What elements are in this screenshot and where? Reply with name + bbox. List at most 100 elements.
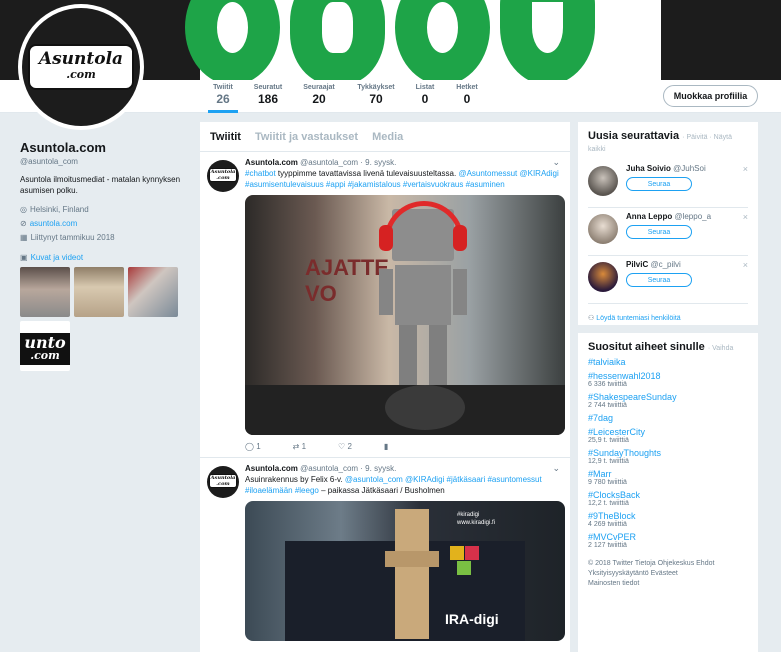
media-thumbnail[interactable] xyxy=(128,267,178,317)
suggested-user[interactable]: Juha Soivio @JuhSoi Seuraa × xyxy=(588,160,748,208)
tweet-place[interactable]: – paikassa Jätkäsaari / Busholmen xyxy=(319,486,445,495)
tab-tweets-replies[interactable]: Twiitit ja vastaukset xyxy=(255,131,358,143)
user-avatar[interactable] xyxy=(588,262,618,292)
stat-likes[interactable]: Tykkäykset 70 xyxy=(354,84,398,106)
retweet-button[interactable]: ⇄ 1 xyxy=(293,442,306,451)
footer-line[interactable]: © 2018 Twitter Tietoja Ohjekeskus Ehdot xyxy=(588,559,748,569)
lego-leg xyxy=(399,325,417,385)
stat-label: Tykkäykset xyxy=(357,84,395,91)
dismiss-icon[interactable]: × xyxy=(743,260,748,270)
like-count: 2 xyxy=(347,441,352,451)
hashtag-link[interactable]: #chatbot xyxy=(245,169,276,178)
who-to-follow: Uusia seurattavia · Päivitä · Näytä kaik… xyxy=(578,122,758,325)
photo-sign-text: AJATTE VO xyxy=(305,255,389,306)
stat-followers[interactable]: Seuraajat 20 xyxy=(300,84,338,106)
edit-profile-button[interactable]: Muokkaa profiilia xyxy=(663,85,758,107)
trend-item[interactable]: #SundayThoughts 12,9 t. twiittiä xyxy=(588,448,748,465)
profile-website[interactable]: ⊘ asuntola.com xyxy=(20,219,190,228)
trend-item[interactable]: #9TheBlock 4 269 twiittiä xyxy=(588,511,748,528)
suggested-user[interactable]: Anna Leppo @leppo_a Seuraa × xyxy=(588,208,748,256)
user-avatar[interactable] xyxy=(588,166,618,196)
footer-line[interactable]: Mainosten tiedot xyxy=(588,579,748,589)
user-avatar[interactable] xyxy=(588,214,618,244)
trend-name[interactable]: #7dag xyxy=(588,413,748,423)
find-people-link[interactable]: ⚇ Löydä tuntemiasi henkilöitä xyxy=(588,314,748,322)
user-name[interactable]: Juha Soivio xyxy=(626,164,671,173)
tweet-photo[interactable]: #kiradigi www.kiradigi.fi IRA-digi xyxy=(245,501,565,641)
trend-name[interactable]: #hessenwahl2018 xyxy=(588,371,748,381)
media-thumbnail[interactable] xyxy=(20,267,70,317)
tweet-avatar[interactable]: Asuntola .com xyxy=(207,160,239,192)
follow-button[interactable]: Seuraa xyxy=(626,177,692,191)
user-handle: @c_pilvi xyxy=(650,260,681,269)
media-thumbnail[interactable]: unto .com xyxy=(20,321,70,371)
trend-item[interactable]: #Marr 9 780 twiittiä xyxy=(588,469,748,486)
trend-item[interactable]: #talviaika xyxy=(588,357,748,367)
trend-name[interactable]: #ShakespeareSunday xyxy=(588,392,748,402)
trend-name[interactable]: #MVCvPER xyxy=(588,532,748,542)
people-icon: ⚇ xyxy=(588,315,595,322)
footer-links[interactable]: © 2018 Twitter Tietoja Ohjekeskus Ehdot … xyxy=(588,559,748,589)
tab-media[interactable]: Media xyxy=(372,131,403,143)
chevron-down-icon[interactable]: ⌄ xyxy=(552,463,560,474)
stat-label: Listat xyxy=(415,84,435,91)
tweet-author-name[interactable]: Asuntola.com xyxy=(245,464,298,473)
like-button[interactable]: ♡ 2 xyxy=(338,442,352,451)
dismiss-icon[interactable]: × xyxy=(743,212,748,222)
trend-name[interactable]: #talviaika xyxy=(588,357,748,367)
trend-item[interactable]: #ClocksBack 12,2 t. twiittiä xyxy=(588,490,748,507)
stat-tweets[interactable]: Twiitit 26 xyxy=(208,84,238,113)
photo-caption: #kiradigi www.kiradigi.fi xyxy=(457,512,496,526)
trend-item[interactable]: #hessenwahl2018 6 336 twiittiä xyxy=(588,371,748,388)
stat-following[interactable]: Seuratut 186 xyxy=(250,84,286,106)
footer-line[interactable]: Yksityisyyskäytäntö Evästeet xyxy=(588,569,748,579)
user-name[interactable]: Anna Leppo xyxy=(626,212,672,221)
heart-icon: ♡ xyxy=(338,441,346,451)
tweet-author-name[interactable]: Asuntola.com xyxy=(245,158,298,167)
photo-table xyxy=(385,385,465,430)
location-text: Helsinki, Finland xyxy=(29,205,89,214)
tweet-photo[interactable]: AJATTE VO xyxy=(245,195,565,435)
trend-name[interactable]: #9TheBlock xyxy=(588,511,748,521)
asuntola-logo: Asuntola .com xyxy=(209,474,237,488)
stat-label: Hetket xyxy=(456,84,478,91)
profile-avatar[interactable]: Asuntola .com xyxy=(18,4,144,130)
stat-value: 70 xyxy=(369,92,383,106)
tab-tweets[interactable]: Twiitit xyxy=(210,131,241,143)
banner-letter-shape xyxy=(290,0,385,80)
tweet-avatar[interactable]: Asuntola .com xyxy=(207,466,239,498)
profile-name[interactable]: Asuntola.com xyxy=(20,140,190,155)
banner-letter-shape xyxy=(185,0,280,80)
trend-item[interactable]: #7dag xyxy=(588,413,748,423)
trend-item[interactable]: #LeicesterCity 25,9 t. twiittiä xyxy=(588,427,748,444)
tweet-meta: @asuntola_com · 9. syysk. xyxy=(300,464,397,473)
stat-value: 0 xyxy=(421,92,429,106)
follow-button[interactable]: Seuraa xyxy=(626,225,692,239)
trend-name[interactable]: #LeicesterCity xyxy=(588,427,748,437)
trend-name[interactable]: #Marr xyxy=(588,469,748,479)
stat-moments[interactable]: Hetket 0 xyxy=(453,84,481,106)
tweet[interactable]: Asuntola .com Asuntola.com @asuntola_com … xyxy=(200,152,570,458)
media-thumbnail[interactable] xyxy=(74,267,124,317)
tweet-text: Asuinrakennus by Felix 6-v. @asuntola_co… xyxy=(245,474,560,496)
trend-name[interactable]: #SundayThoughts xyxy=(588,448,748,458)
change-trends-link[interactable]: · Vaihda xyxy=(708,345,734,352)
suggested-user[interactable]: PilviC @c_pilvi Seuraa × xyxy=(588,256,748,304)
trend-name[interactable]: #ClocksBack xyxy=(588,490,748,500)
website-link[interactable]: asuntola.com xyxy=(30,219,78,228)
chevron-down-icon[interactable]: ⌄ xyxy=(552,157,560,168)
dismiss-icon[interactable]: × xyxy=(743,164,748,174)
lego-body xyxy=(395,265,451,325)
tweet[interactable]: Asuntola .com Asuntola.com @asuntola_com … xyxy=(200,458,570,641)
trend-count: 2 127 twiittiä xyxy=(588,542,627,549)
stat-lists[interactable]: Listat 0 xyxy=(412,84,438,106)
trend-item[interactable]: #ShakespeareSunday 2 744 twiittiä xyxy=(588,392,748,409)
analytics-button[interactable]: ▮ xyxy=(384,442,388,451)
follow-button[interactable]: Seuraa xyxy=(626,273,692,287)
reply-button[interactable]: ◯ 1 xyxy=(245,442,261,451)
stat-label: Seuraajat xyxy=(303,84,335,91)
reply-icon: ◯ xyxy=(245,441,254,451)
user-name[interactable]: PilviC xyxy=(626,260,648,269)
trend-item[interactable]: #MVCvPER 2 127 twiittiä xyxy=(588,532,748,549)
photos-videos-link[interactable]: ▣ Kuvat ja videot xyxy=(20,253,190,262)
